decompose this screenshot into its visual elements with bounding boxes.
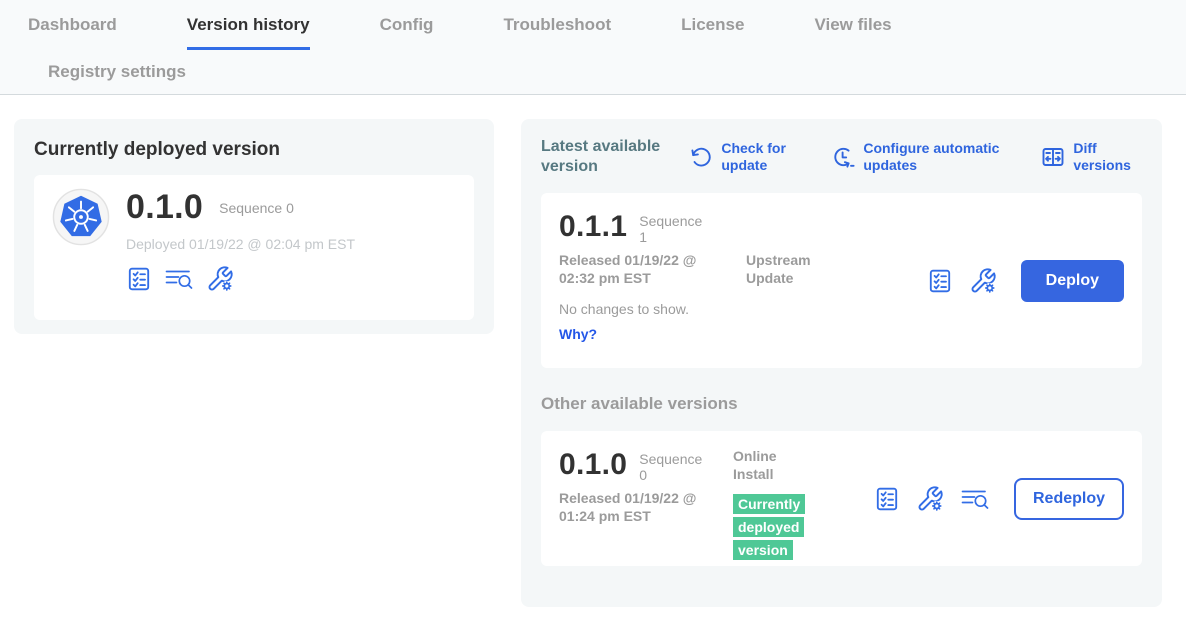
preflight-checks-icon[interactable]: [927, 268, 953, 294]
refresh-icon: [689, 145, 713, 169]
currently-deployed-panel: Currently deployed version: [14, 119, 494, 334]
other-available-versions-title: Other available versions: [541, 394, 1142, 414]
currently-deployed-badge: Currently deployed version: [733, 494, 805, 560]
configure-automatic-updates-label: Configure automatic updates: [863, 140, 1015, 175]
other-version-card: 0.1.0 Sequence 0 Released 01/19/22 @ 01:…: [541, 431, 1142, 566]
tab-license[interactable]: License: [681, 0, 744, 50]
available-versions-header: Latest available version Check for updat…: [541, 137, 1142, 177]
tab-view-files[interactable]: View files: [814, 0, 891, 50]
other-version-source-column: Online Install Currently deployed versio…: [733, 447, 828, 562]
diff-versions-label: Diff versions: [1073, 140, 1142, 175]
other-released-timestamp: Released 01/19/22 @ 01:24 pm EST: [559, 489, 719, 525]
preflight-checks-icon[interactable]: [126, 266, 152, 292]
latest-available-title: Latest available version: [541, 137, 663, 177]
latest-sequence-label: Sequence 1: [639, 209, 711, 245]
currently-deployed-title: Currently deployed version: [34, 139, 474, 161]
tab-version-history[interactable]: Version history: [187, 0, 310, 50]
preflight-checks-icon[interactable]: [874, 486, 900, 512]
other-version-actions: Redeploy: [874, 478, 1124, 520]
other-version-details: 0.1.0 Sequence 0 Released 01/19/22 @ 01:…: [559, 447, 719, 562]
latest-released-timestamp: Released 01/19/22 @ 02:32 pm EST: [559, 251, 719, 287]
no-changes-note: No changes to show.: [559, 301, 1124, 317]
deployed-sequence-label: Sequence 0: [219, 200, 294, 216]
latest-version-number: 0.1.1: [559, 210, 627, 244]
deploy-logs-icon[interactable]: [164, 267, 194, 291]
nav-tabs-row: Dashboard Version history Config Trouble…: [0, 0, 1186, 50]
other-sequence-label: Sequence 0: [639, 447, 711, 483]
deployed-version-details: 0.1.0 Sequence 0 Deployed 01/19/22 @ 02:…: [126, 188, 355, 307]
edit-config-icon[interactable]: [916, 485, 944, 513]
diff-versions-link[interactable]: Diff versions: [1041, 140, 1142, 175]
deployed-timestamp: Deployed 01/19/22 @ 02:04 pm EST: [126, 236, 355, 252]
tab-config[interactable]: Config: [380, 0, 434, 50]
page-content: Currently deployed version: [0, 95, 1186, 640]
nav-tabs-row-2: Registry settings: [0, 50, 1186, 94]
diff-versions-icon: [1041, 145, 1065, 169]
deployed-version-card: 0.1.0 Sequence 0 Deployed 01/19/22 @ 02:…: [34, 175, 474, 320]
deployed-version-number: 0.1.0: [126, 188, 203, 227]
auto-update-icon: [831, 145, 855, 169]
configure-automatic-updates-link[interactable]: Configure automatic updates: [831, 140, 1015, 175]
latest-source-label: Upstream Update: [746, 251, 834, 287]
tab-troubleshoot[interactable]: Troubleshoot: [503, 0, 611, 50]
tab-dashboard[interactable]: Dashboard: [28, 0, 117, 50]
top-navbar: Dashboard Version history Config Trouble…: [0, 0, 1186, 95]
latest-version-actions: Deploy: [927, 260, 1124, 302]
redeploy-button[interactable]: Redeploy: [1014, 478, 1124, 520]
deploy-button[interactable]: Deploy: [1021, 260, 1124, 302]
other-source-label: Online Install: [733, 447, 813, 483]
other-version-number: 0.1.0: [559, 448, 627, 482]
tab-registry-settings[interactable]: Registry settings: [48, 59, 186, 85]
why-link[interactable]: Why?: [559, 326, 597, 342]
latest-version-card: 0.1.1 Sequence 1 Released 01/19/22 @ 02:…: [541, 193, 1142, 368]
available-versions-panel: Latest available version Check for updat…: [521, 119, 1162, 607]
edit-config-icon[interactable]: [206, 265, 234, 293]
deploy-logs-icon[interactable]: [960, 487, 990, 511]
edit-config-icon[interactable]: [969, 267, 997, 295]
check-for-update-link[interactable]: Check for update: [689, 140, 805, 175]
kubernetes-logo-icon: [52, 188, 110, 246]
check-for-update-label: Check for update: [721, 140, 805, 175]
